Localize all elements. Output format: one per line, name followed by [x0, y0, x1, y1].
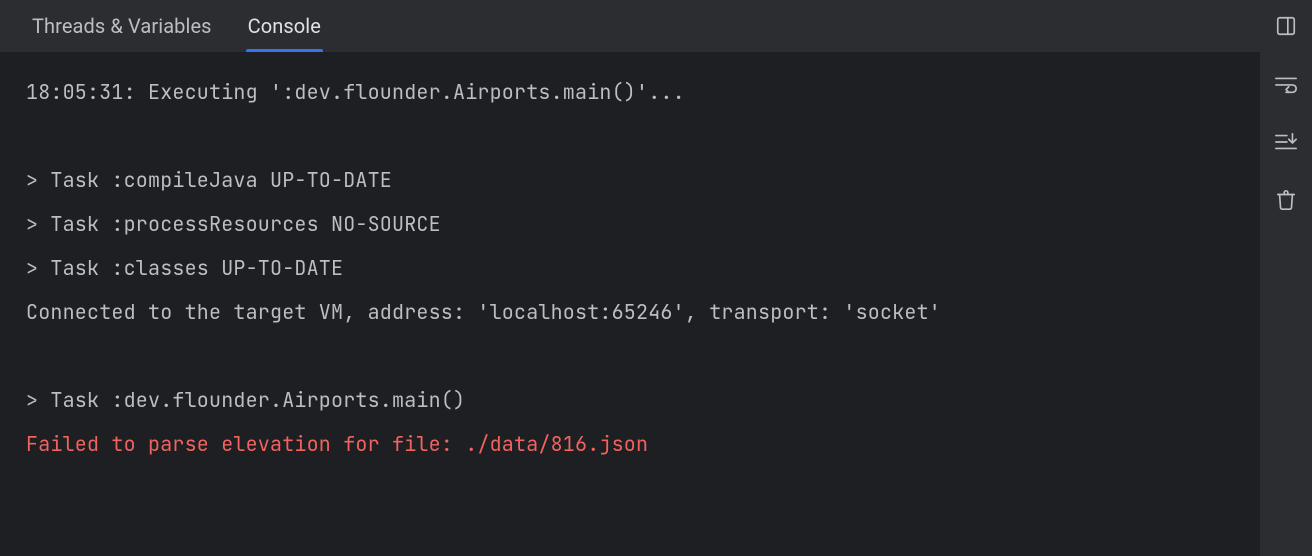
- tab-threads-variables[interactable]: Threads & Variables: [14, 0, 230, 52]
- scroll-to-end-icon: [1274, 131, 1298, 153]
- tab-label: Console: [248, 14, 321, 38]
- main-column: Threads & Variables Console 18:05:31: Ex…: [0, 0, 1260, 556]
- rail-top-section: [1260, 0, 1312, 52]
- layout-icon: [1275, 15, 1297, 37]
- console-line: > Task :classes UP-TO-DATE: [26, 246, 1260, 290]
- console-line: 18:05:31: Executing ':dev.flounder.Airpo…: [26, 70, 1260, 114]
- tab-label: Threads & Variables: [32, 14, 212, 38]
- console-line: [26, 114, 1260, 158]
- console-line: Failed to parse elevation for file: ./da…: [26, 422, 1260, 466]
- console-line: > Task :compileJava UP-TO-DATE: [26, 158, 1260, 202]
- scroll-to-end-button[interactable]: [1268, 124, 1304, 160]
- debugger-panel: Threads & Variables Console 18:05:31: Ex…: [0, 0, 1312, 556]
- tab-bar: Threads & Variables Console: [0, 0, 1260, 52]
- layout-settings-button[interactable]: [1268, 8, 1304, 44]
- console-line: > Task :dev.flounder.Airports.main(): [26, 378, 1260, 422]
- console-line: [26, 334, 1260, 378]
- tab-console[interactable]: Console: [230, 0, 339, 52]
- soft-wrap-icon: [1274, 73, 1298, 95]
- clear-all-button[interactable]: [1268, 182, 1304, 218]
- console-line: Connected to the target VM, address: 'lo…: [26, 290, 1260, 334]
- console-line: > Task :processResources NO-SOURCE: [26, 202, 1260, 246]
- rail-body-section: [1260, 52, 1312, 556]
- soft-wrap-button[interactable]: [1268, 66, 1304, 102]
- trash-icon: [1275, 189, 1297, 211]
- console-output[interactable]: 18:05:31: Executing ':dev.flounder.Airpo…: [0, 52, 1260, 556]
- right-toolbar: [1260, 0, 1312, 556]
